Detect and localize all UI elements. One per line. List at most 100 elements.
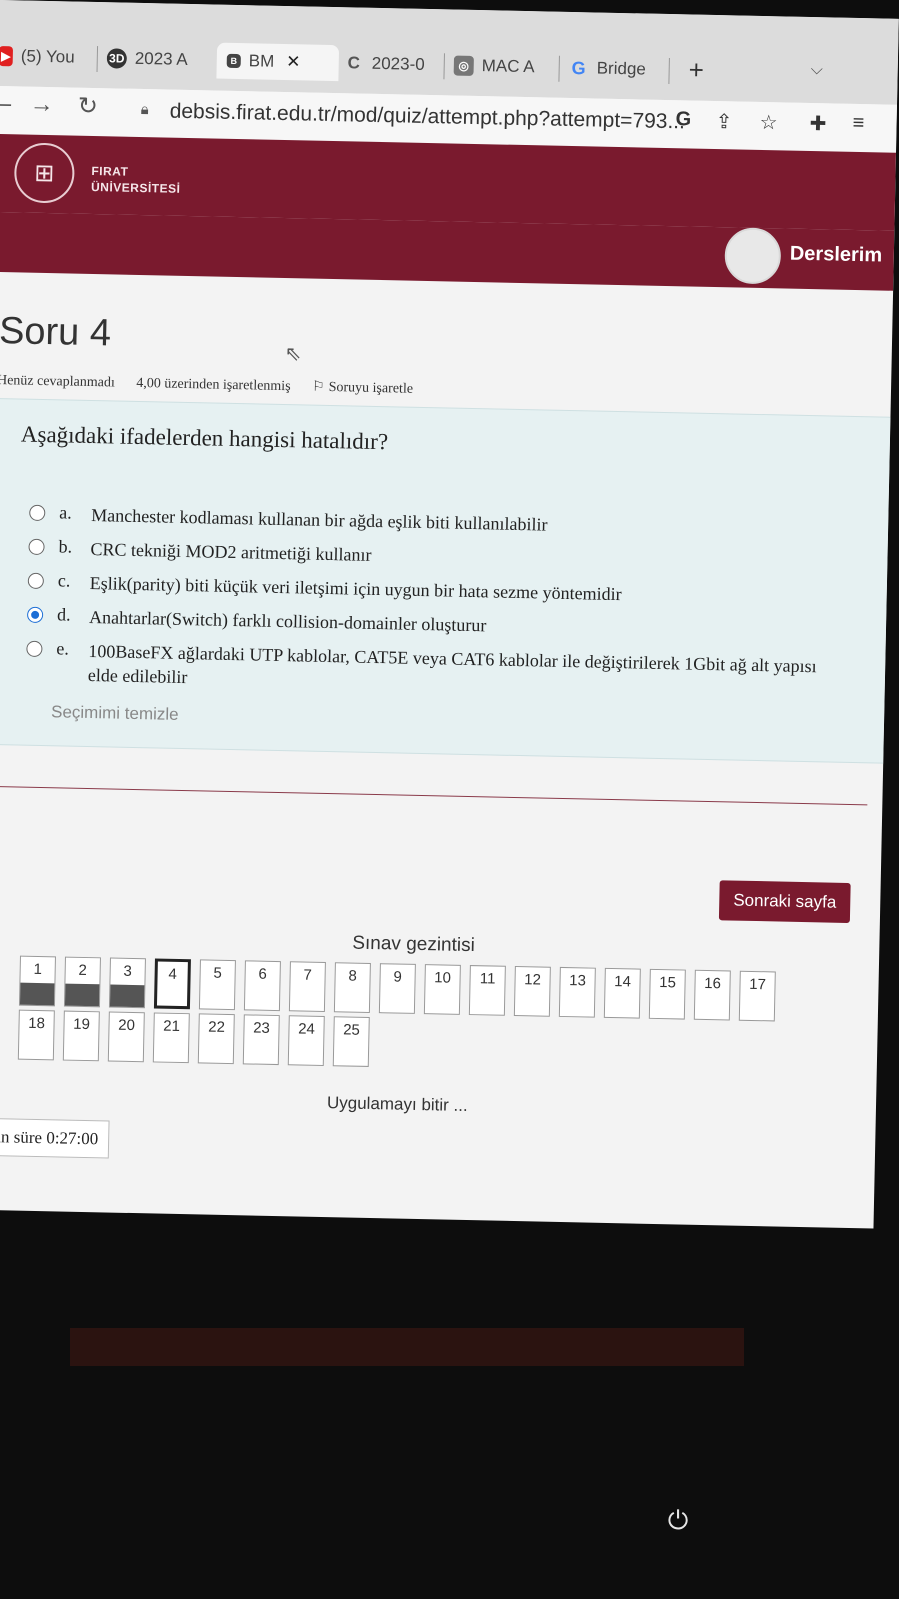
quiz-nav-button-22[interactable]: 22 bbox=[197, 1013, 235, 1065]
quiz-nav-button-8[interactable]: 8 bbox=[333, 962, 371, 1013]
extensions-icon[interactable]: ✚ bbox=[809, 111, 826, 136]
forward-icon[interactable]: → bbox=[30, 91, 55, 119]
tab-youtube[interactable]: ▶ (5) You bbox=[0, 38, 91, 76]
question-marks: 4,00 üzerinden işaretlenmiş bbox=[136, 375, 291, 395]
finish-attempt-link[interactable]: Uygulamayı bitir ... bbox=[327, 1093, 468, 1116]
tab-2023-0[interactable]: C 2023-0 bbox=[343, 45, 439, 83]
share-icon[interactable]: ⇪ bbox=[715, 109, 732, 134]
tab-label: Bridge bbox=[596, 58, 647, 79]
quiz-nav-button-19[interactable]: 19 bbox=[62, 1010, 100, 1062]
university-logo-icon[interactable]: ⊞ bbox=[13, 142, 76, 204]
question-status: Henüz cevaplanmadı bbox=[0, 373, 115, 391]
back-icon[interactable]: – bbox=[0, 90, 11, 118]
quiz-nav-button-21[interactable]: 21 bbox=[152, 1012, 190, 1064]
logo-text: ÜNİVERSİTESİ bbox=[90, 179, 181, 196]
tab-separator bbox=[668, 58, 670, 85]
mouse-cursor-icon: ⇖ bbox=[284, 343, 302, 366]
avatar[interactable] bbox=[724, 227, 782, 285]
power-icon: ⏻ bbox=[667, 1505, 689, 1535]
radio-a[interactable] bbox=[29, 504, 46, 522]
site-icon: 3D bbox=[106, 48, 128, 69]
quiz-nav-button-16[interactable]: 16 bbox=[693, 969, 731, 1021]
google-lens-icon[interactable]: G bbox=[675, 108, 691, 131]
tab-label: MAC A bbox=[481, 56, 535, 77]
quiz-nav-button-7[interactable]: 7 bbox=[288, 961, 326, 1013]
radio-e[interactable] bbox=[26, 640, 43, 658]
quiz-nav-button-6[interactable]: 6 bbox=[243, 960, 281, 1012]
answer-option-e[interactable]: e. 100BaseFX ağlardaki UTP kablolar, CAT… bbox=[26, 638, 849, 703]
flag-question-link[interactable]: ⚐ Soruyu işaretle bbox=[312, 380, 431, 397]
tab-separator bbox=[443, 53, 445, 80]
url-field[interactable]: debsis.firat.edu.tr/mod/quiz/attempt.php… bbox=[169, 100, 685, 135]
bookmark-star-icon[interactable]: ☆ bbox=[759, 110, 777, 135]
answer-option-d[interactable]: d. Anahtarlar(Switch) farklı collision-d… bbox=[26, 604, 849, 645]
quiz-nav-number: 20 bbox=[118, 1016, 136, 1035]
quiz-nav-number: 10 bbox=[434, 969, 452, 987]
tab-mac[interactable]: ◎ MAC A bbox=[453, 48, 554, 86]
answer-option-a[interactable]: a. Manchester kodlaması kullanan bir ağd… bbox=[29, 502, 851, 543]
quiz-nav-button-20[interactable]: 20 bbox=[107, 1011, 145, 1063]
quiz-nav-button-23[interactable]: 23 bbox=[242, 1014, 280, 1066]
quiz-nav-button-9[interactable]: 9 bbox=[378, 963, 416, 1014]
quiz-nav-button-1[interactable]: 1 bbox=[18, 955, 56, 1007]
quiz-nav-button-3[interactable]: 3 bbox=[108, 957, 146, 1009]
clear-choice-link[interactable]: Seçimimi temizle bbox=[51, 702, 179, 725]
radio-c[interactable] bbox=[27, 572, 45, 590]
tab-bm-active[interactable]: B BM ✕ bbox=[216, 42, 340, 82]
flag-icon: ⚐ bbox=[311, 379, 325, 395]
tab-label: BM bbox=[248, 51, 275, 71]
quiz-navigation-title: Sınav gezintisi bbox=[352, 932, 476, 957]
question-text: Aşağıdaki ifadelerden hangisi hatalıdır? bbox=[20, 421, 389, 455]
quiz-nav-number: 24 bbox=[297, 1020, 316, 1038]
close-icon[interactable]: ✕ bbox=[286, 52, 301, 72]
quiz-nav-button-4[interactable]: 4 bbox=[153, 958, 191, 1010]
quiz-nav-number: 4 bbox=[168, 965, 177, 983]
quiz-nav-number: 3 bbox=[123, 962, 133, 980]
quiz-nav-number: 1 bbox=[33, 960, 43, 979]
question-box: Aşağıdaki ifadelerden hangisi hatalıdır?… bbox=[0, 397, 891, 764]
tab-bridge[interactable]: G Bridge bbox=[568, 50, 664, 88]
quiz-nav-number: 22 bbox=[208, 1018, 226, 1036]
chevron-down-icon[interactable]: ⌵ bbox=[811, 61, 823, 79]
radio-d[interactable] bbox=[26, 606, 44, 624]
quiz-nav-button-2[interactable]: 2 bbox=[63, 956, 101, 1008]
quiz-nav-number: 6 bbox=[258, 965, 268, 983]
divider bbox=[0, 785, 868, 806]
quiz-nav-button-18[interactable]: 18 bbox=[17, 1009, 55, 1061]
tab-label: 2023 A bbox=[134, 48, 188, 69]
question-title: Soru 4 bbox=[0, 310, 112, 355]
new-tab-button[interactable]: + bbox=[688, 54, 704, 85]
quiz-nav-button-14[interactable]: 14 bbox=[603, 967, 641, 1019]
quiz-nav-button-5[interactable]: 5 bbox=[198, 959, 236, 1011]
quiz-nav-button-17[interactable]: 17 bbox=[738, 970, 776, 1022]
quiz-nav-number: 25 bbox=[342, 1021, 361, 1039]
quiz-nav-button-24[interactable]: 24 bbox=[287, 1015, 325, 1067]
quiz-nav-button-12[interactable]: 12 bbox=[513, 965, 551, 1017]
radio-b[interactable] bbox=[28, 538, 45, 556]
logo-text: FIRAT bbox=[91, 163, 129, 179]
quiz-nav-button-13[interactable]: 13 bbox=[558, 966, 596, 1018]
tab-separator bbox=[558, 55, 560, 82]
answer-letter: a. bbox=[59, 502, 72, 523]
answer-letter: e. bbox=[56, 638, 70, 659]
quiz-nav-number: 15 bbox=[659, 974, 677, 992]
browser-screen: ▶ (5) You 3D 2023 A B BM ✕ C 2023-0 ◎ MA… bbox=[0, 0, 899, 1229]
answer-letter: d. bbox=[56, 604, 71, 625]
answer-option-c[interactable]: c. Eşlik(parity) biti küçük veri iletşim… bbox=[27, 570, 850, 611]
quiz-nav-button-25[interactable]: 25 bbox=[332, 1016, 370, 1067]
tab-separator bbox=[96, 46, 99, 73]
quiz-nav-button-10[interactable]: 10 bbox=[423, 964, 461, 1015]
next-page-button[interactable]: Sonraki sayfa bbox=[718, 880, 851, 924]
quiz-nav-number: 17 bbox=[749, 975, 767, 994]
tab-2023[interactable]: 3D 2023 A bbox=[106, 40, 207, 78]
nav-courses-link[interactable]: Derslerim bbox=[790, 243, 883, 268]
quiz-nav-button-11[interactable]: 11 bbox=[468, 965, 506, 1016]
answer-text: Anahtarlar(Switch) farklı collision-doma… bbox=[88, 607, 487, 636]
reload-icon[interactable]: ↻ bbox=[77, 92, 99, 121]
answer-letter: b. bbox=[58, 536, 73, 557]
reading-list-icon[interactable]: ≡ bbox=[852, 112, 864, 135]
quiz-nav-button-15[interactable]: 15 bbox=[648, 968, 686, 1020]
quiz-nav-number: 23 bbox=[253, 1019, 271, 1037]
answer-option-b[interactable]: b. CRC tekniği MOD2 aritmetiği kullanır bbox=[28, 536, 850, 577]
google-icon: G bbox=[571, 57, 586, 78]
